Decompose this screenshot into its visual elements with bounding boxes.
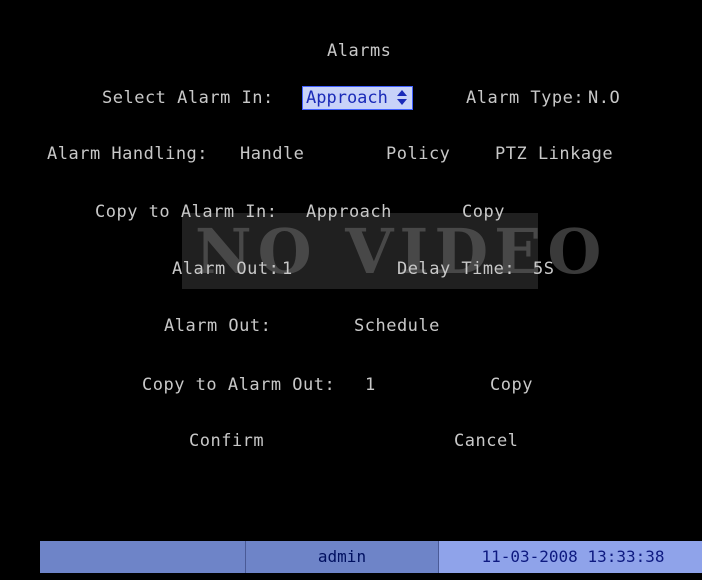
- status-bar-datetime: 11-03-2008 13:33:38: [439, 541, 702, 573]
- handle-button[interactable]: Handle: [240, 143, 304, 165]
- alarm-out-label: Alarm Out:: [172, 259, 280, 279]
- page-title: Alarms: [327, 41, 392, 61]
- up-down-arrows-icon: [397, 90, 407, 106]
- copy-to-alarm-out-value[interactable]: 1: [365, 374, 376, 396]
- policy-button[interactable]: Policy: [386, 143, 450, 165]
- ptz-linkage-button[interactable]: PTZ Linkage: [495, 143, 613, 165]
- select-alarm-in-value: Approach: [306, 88, 388, 108]
- cancel-button[interactable]: Cancel: [454, 430, 518, 452]
- delay-time-label: Delay Time:: [397, 259, 516, 279]
- status-bar-blank: [40, 541, 246, 573]
- copy-alarm-in-button[interactable]: Copy: [462, 201, 505, 223]
- copy-to-alarm-in-value[interactable]: Approach: [306, 201, 392, 223]
- alarm-handling-label: Alarm Handling:: [47, 144, 209, 164]
- alarm-type-label: Alarm Type:: [466, 88, 585, 108]
- alarm-out-schedule-label: Alarm Out:: [164, 316, 272, 336]
- copy-to-alarm-out-label: Copy to Alarm Out:: [142, 375, 336, 395]
- status-bar-user: admin: [246, 541, 439, 573]
- status-bar: admin 11-03-2008 13:33:38: [40, 541, 702, 573]
- select-alarm-in-label: Select Alarm In:: [102, 88, 274, 108]
- alarm-out-value[interactable]: 1: [282, 258, 293, 280]
- no-video-watermark: NO VIDEO: [195, 215, 608, 288]
- confirm-button[interactable]: Confirm: [189, 430, 264, 452]
- alarm-type-value[interactable]: N.O: [588, 87, 620, 109]
- copy-to-alarm-in-label: Copy to Alarm In:: [95, 202, 278, 222]
- copy-alarm-out-button[interactable]: Copy: [490, 374, 533, 396]
- select-alarm-in-dropdown[interactable]: Approach: [302, 86, 413, 110]
- schedule-button[interactable]: Schedule: [354, 315, 440, 337]
- delay-time-value[interactable]: 5S: [533, 258, 554, 280]
